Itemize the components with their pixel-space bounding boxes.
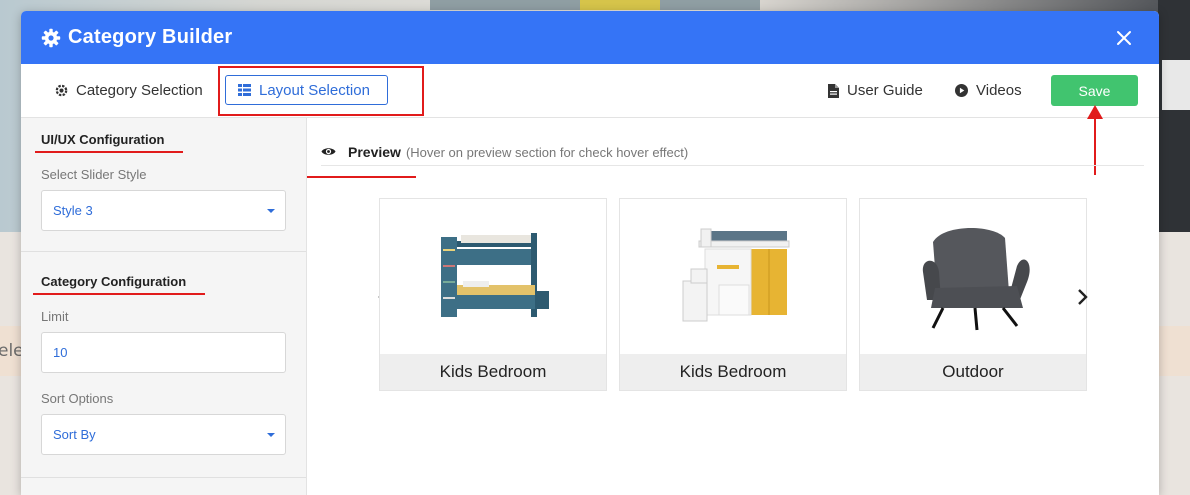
- category-builder-modal: Category Builder Category Selection Layo…: [21, 11, 1159, 495]
- card-label: Kids Bedroom: [380, 354, 606, 390]
- caret-down-icon: [267, 433, 275, 437]
- modal-toolbar: Category Selection Layout Selection User…: [21, 64, 1159, 118]
- sort-options-value: Sort By: [53, 427, 96, 442]
- chevron-right-icon[interactable]: [1076, 289, 1088, 305]
- modal-title: Category Builder: [68, 26, 233, 48]
- card-label: Outdoor: [860, 354, 1086, 390]
- slider-style-label: Select Slider Style: [41, 167, 147, 182]
- category-card[interactable]: Outdoor: [859, 198, 1087, 391]
- caret-down-icon: [267, 209, 275, 213]
- background-photo: [1158, 0, 1190, 232]
- user-guide-link[interactable]: User Guide: [828, 82, 923, 99]
- user-guide-label: User Guide: [847, 82, 923, 99]
- slider-style-value: Style 3: [53, 203, 93, 218]
- document-icon: [828, 83, 839, 98]
- card-label: Kids Bedroom: [620, 354, 846, 390]
- limit-input[interactable]: 10: [41, 332, 286, 373]
- annotation-underline: [35, 151, 183, 153]
- category-configuration-title: Category Configuration: [41, 274, 187, 289]
- preview-header: Preview (Hover on preview section for ch…: [321, 143, 1144, 166]
- modal-header: Category Builder: [21, 11, 1159, 64]
- gear-icon: [41, 28, 61, 48]
- limit-value: 10: [53, 345, 68, 360]
- close-icon[interactable]: [1116, 30, 1132, 46]
- category-icon: [55, 84, 68, 97]
- save-button[interactable]: Save: [1051, 75, 1138, 106]
- bunk-bed-image: [380, 199, 606, 354]
- category-card[interactable]: Kids Bedroom: [379, 198, 607, 391]
- loft-bed-image: [620, 199, 846, 354]
- annotation-highlight-box: [218, 66, 424, 116]
- annotation-underline: [33, 293, 205, 295]
- limit-label: Limit: [41, 309, 69, 324]
- uiux-configuration-section: UI/UX Configuration Select Slider Style …: [21, 118, 306, 252]
- annotation-underline: [307, 176, 416, 178]
- preview-hint: (Hover on preview section for check hove…: [405, 145, 689, 160]
- preview-title: Preview: [348, 144, 401, 160]
- videos-label: Videos: [976, 82, 1022, 99]
- category-configuration-section: Category Configuration Limit 10 Sort Opt…: [21, 252, 306, 478]
- category-selection-label: Category Selection: [76, 82, 203, 99]
- lounge-chair-image: [860, 199, 1086, 354]
- slider-style-select[interactable]: Style 3: [41, 190, 286, 231]
- sort-options-label: Sort Options: [41, 391, 114, 406]
- videos-link[interactable]: Videos: [955, 82, 1022, 99]
- background-decor: [580, 0, 660, 10]
- play-circle-icon: [955, 84, 968, 97]
- eye-icon: [321, 148, 336, 155]
- annotation-arrow-icon: [1087, 105, 1103, 175]
- uiux-configuration-title: UI/UX Configuration: [41, 132, 165, 147]
- configuration-sidebar: UI/UX Configuration Select Slider Style …: [21, 118, 307, 495]
- category-selection-tab[interactable]: Category Selection: [54, 82, 203, 99]
- category-card[interactable]: Kids Bedroom: [619, 198, 847, 391]
- sort-options-select[interactable]: Sort By: [41, 414, 286, 455]
